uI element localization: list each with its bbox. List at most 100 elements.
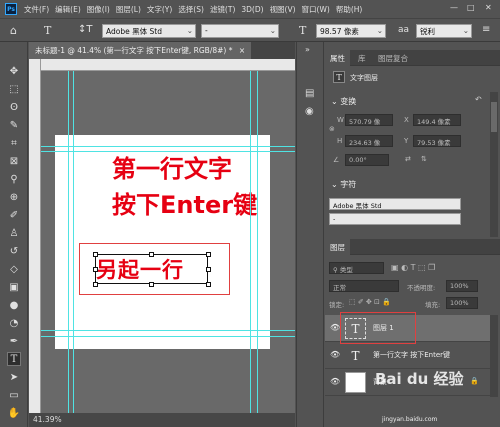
clone-stamp-tool-icon[interactable]: ♙ (7, 226, 21, 240)
font-size-value: 98.57 像素 (320, 27, 359, 36)
guide-line (250, 71, 251, 413)
link-icon[interactable]: ⊗ (329, 125, 335, 133)
tab-properties[interactable]: 属性 (325, 50, 350, 66)
properties-scrollbar[interactable] (490, 92, 498, 237)
blur-tool-icon[interactable]: ● (7, 298, 21, 312)
menu-help[interactable]: 帮助(H) (333, 4, 366, 15)
tab-layers[interactable]: 图层 (325, 239, 350, 255)
menu-edit[interactable]: 编辑(E) (52, 4, 84, 15)
menu-filter[interactable]: 滤镜(T) (207, 4, 238, 15)
menu-view[interactable]: 视图(V) (267, 4, 299, 15)
align-left-icon[interactable]: ≡ (482, 24, 490, 35)
flip-horizontal-icon[interactable]: ⇄ (405, 155, 411, 163)
pen-tool-icon[interactable]: ✒ (7, 334, 21, 348)
menu-layer[interactable]: 图层(L) (113, 4, 144, 15)
transform-handle[interactable] (206, 267, 211, 272)
transform-handle[interactable] (149, 252, 154, 257)
rectangle-tool-icon[interactable]: ▭ (7, 388, 21, 402)
opacity-field[interactable]: 100% (446, 280, 478, 292)
canvas-text-line-2[interactable]: 按下Enter键 (112, 185, 257, 220)
guide-line (257, 71, 258, 413)
menu-type[interactable]: 文字(Y) (144, 4, 175, 15)
layer-name[interactable]: 第一行文字 按下Enter键 (373, 350, 450, 360)
transform-handle[interactable] (206, 252, 211, 257)
collapse-icon[interactable]: » (305, 45, 310, 54)
menu-3d[interactable]: 3D(D) (238, 5, 266, 14)
brush-tool-icon[interactable]: ✐ (7, 208, 21, 222)
y-field[interactable]: 79.53 像素 (413, 135, 461, 147)
font-style-select[interactable]: - ⌄ (201, 24, 279, 38)
text-tool-preset-icon[interactable]: T (44, 24, 51, 37)
menu-image[interactable]: 图像(I) (84, 4, 113, 15)
marquee-tool-icon[interactable]: ⬚ (7, 82, 21, 96)
transform-handle[interactable] (206, 282, 211, 287)
document-canvas[interactable]: 第一行文字 按下Enter键 (55, 135, 270, 349)
path-selection-tool-icon[interactable]: ➤ (7, 370, 21, 384)
blend-mode-select[interactable]: 正常 (329, 280, 399, 292)
zoom-level[interactable]: 41.39% (33, 415, 62, 424)
quick-select-tool-icon[interactable]: ✎ (7, 118, 21, 132)
transform-handle[interactable] (93, 252, 98, 257)
menu-select[interactable]: 选择(S) (175, 4, 207, 15)
document-tab[interactable]: 未标题-1 @ 41.4% (第一行文字 按下Enter键, RGB/8#) *… (29, 42, 252, 59)
guide-line (41, 330, 295, 331)
gradient-tool-icon[interactable]: ▣ (7, 280, 21, 294)
properties-panel-icon[interactable]: ◉ (305, 106, 314, 117)
history-panel-icon[interactable]: ▤ (305, 88, 314, 99)
height-field[interactable]: 234.63 像 (345, 135, 393, 147)
close-tab-icon[interactable]: × (239, 46, 245, 55)
type-tool-icon[interactable]: T (7, 352, 21, 366)
scroll-thumb[interactable] (491, 102, 497, 132)
dodge-tool-icon[interactable]: ◔ (7, 316, 21, 330)
history-brush-tool-icon[interactable]: ↺ (7, 244, 21, 258)
crop-tool-icon[interactable]: ⌗ (7, 136, 21, 150)
antialias-select[interactable]: 锐利 ⌄ (416, 24, 472, 38)
transform-handle[interactable] (93, 267, 98, 272)
visibility-eye-icon[interactable]: 👁 (330, 377, 340, 386)
fill-field[interactable]: 100% (446, 297, 478, 309)
minimize-button[interactable]: — (450, 3, 458, 12)
lasso-tool-icon[interactable]: ʘ (7, 100, 21, 114)
move-tool-icon[interactable]: ✥ (7, 64, 21, 78)
menu-window[interactable]: 窗口(W) (299, 4, 333, 15)
home-icon[interactable]: ⌂ (10, 24, 17, 37)
eraser-tool-icon[interactable]: ◇ (7, 262, 21, 276)
x-field[interactable]: 149.4 像素 (413, 114, 461, 126)
chevron-down-icon: ⌄ (462, 26, 469, 35)
maximize-button[interactable]: □ (467, 3, 475, 12)
transform-handle[interactable] (93, 282, 98, 287)
healing-brush-tool-icon[interactable]: ⊕ (7, 190, 21, 204)
close-window-button[interactable]: ✕ (485, 3, 492, 12)
lock-icons[interactable]: ⬚ ✐ ✥ ⊡ 🔒 (349, 298, 391, 306)
eyedropper-tool-icon[interactable]: ⚲ (7, 172, 21, 186)
transform-section-title[interactable]: ⌄ 变换 (331, 96, 356, 107)
transform-handle[interactable] (149, 282, 154, 287)
font-size-select[interactable]: 98.57 像素 ⌄ (316, 24, 386, 38)
editing-text[interactable]: 另起一行 (96, 254, 184, 284)
menu-file[interactable]: 文件(F) (21, 4, 52, 15)
character-font-family-select[interactable]: Adobe 黑体 Std (329, 198, 461, 210)
text-orientation-icon[interactable]: ↕T (78, 24, 93, 35)
visibility-eye-icon[interactable]: 👁 (330, 350, 340, 359)
canvas-area[interactable]: 第一行文字 按下Enter键 另起一行 (41, 71, 295, 413)
width-field[interactable]: 570.79 像 (345, 114, 393, 126)
background-thumb-icon (345, 372, 366, 393)
canvas-text-line-1[interactable]: 第一行文字 (112, 149, 232, 184)
tab-layer-comps[interactable]: 图层复合 (373, 50, 413, 66)
hand-tool-icon[interactable]: ✋ (7, 406, 21, 420)
width-label: W (337, 116, 344, 124)
text-layer-thumb-icon: T (351, 348, 360, 363)
reset-icon[interactable]: ↶ (475, 95, 482, 104)
layer-filter-select[interactable]: ⚲ 类型 (329, 262, 384, 274)
filter-icons[interactable]: ▣ ◐ T ⬚ ❐ (391, 263, 435, 272)
frame-tool-icon[interactable]: ⊠ (7, 154, 21, 168)
character-section-title[interactable]: ⌄ 字符 (331, 179, 356, 190)
tab-libraries[interactable]: 库 (353, 50, 371, 66)
layers-scrollbar[interactable] (490, 315, 498, 397)
character-font-style-select[interactable]: - (329, 213, 461, 225)
flip-vertical-icon[interactable]: ⇅ (421, 155, 427, 163)
layer-row[interactable]: 👁 T 第一行文字 按下Enter键 (325, 342, 490, 369)
angle-field[interactable]: 0.00° (345, 154, 389, 166)
visibility-eye-icon[interactable]: 👁 (330, 323, 340, 332)
font-family-select[interactable]: Adobe 黑体 Std ⌄ (102, 24, 196, 38)
